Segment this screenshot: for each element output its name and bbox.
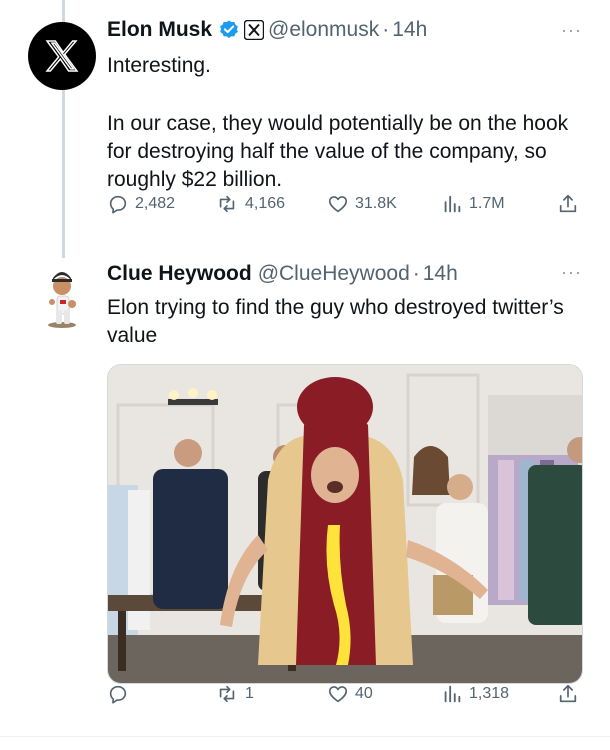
timestamp[interactable]: 14h — [423, 262, 458, 286]
verified-badge-icon[interactable] — [218, 19, 240, 41]
avatar-x[interactable] — [28, 22, 96, 90]
more-icon[interactable]: ··· — [561, 20, 582, 41]
divider — [0, 736, 610, 737]
repost-count: 4,166 — [245, 195, 286, 212]
tweet-media-image[interactable] — [107, 364, 583, 684]
share-button[interactable] — [557, 193, 579, 215]
x-logo-icon — [45, 40, 79, 72]
like-count: 31.8K — [355, 195, 397, 212]
like-icon — [328, 686, 348, 703]
reply-button[interactable]: 2,482 — [107, 193, 175, 215]
views-count: 1,318 — [469, 685, 510, 702]
x-affiliate-badge-icon[interactable] — [244, 20, 265, 40]
reply-icon — [109, 195, 127, 214]
separator: · — [412, 262, 420, 285]
tweet-header: Clue Heywood @ClueHeywood · 14h — [107, 262, 458, 286]
repost-button[interactable]: 4,166 — [215, 193, 285, 215]
timestamp[interactable]: 14h — [392, 18, 427, 42]
tweet-text-line: Interesting. — [107, 54, 211, 77]
separator: · — [382, 18, 390, 41]
like-count: 40 — [355, 685, 373, 702]
repost-count: 1 — [245, 685, 254, 702]
like-button[interactable]: 31.8K — [327, 193, 397, 215]
repost-icon — [219, 195, 235, 213]
tweet-header: Elon Musk @elonmusk · 14h — [107, 18, 427, 42]
views-button[interactable]: 1,318 — [441, 683, 509, 705]
repost-icon — [219, 685, 235, 703]
reply-icon — [109, 685, 127, 704]
author-name[interactable]: Clue Heywood — [107, 262, 252, 286]
repost-button[interactable]: 1 — [215, 683, 254, 705]
share-icon — [559, 194, 577, 213]
like-button[interactable]: 40 — [327, 683, 373, 705]
tweet-text: Elon trying to find the guy who destroye… — [107, 296, 564, 347]
views-icon — [444, 195, 461, 213]
views-count: 1.7M — [469, 195, 505, 212]
reply-button[interactable] — [107, 683, 135, 705]
author-handle[interactable]: @ClueHeywood — [258, 262, 410, 286]
author-handle[interactable]: @elonmusk — [268, 18, 379, 42]
author-name[interactable]: Elon Musk — [107, 18, 212, 42]
views-button[interactable]: 1.7M — [441, 193, 505, 215]
share-icon — [559, 684, 577, 703]
tweet-text-body: In our case, they would potentially be o… — [107, 112, 569, 191]
reply-count: 2,482 — [135, 195, 176, 212]
avatar-clue-heywood[interactable] — [28, 262, 96, 330]
like-icon — [328, 196, 348, 213]
tweet-elon[interactable]: Elon Musk @elonmusk · 14h ··· Interestin… — [0, 0, 610, 250]
views-icon — [444, 685, 461, 703]
more-icon[interactable]: ··· — [561, 262, 582, 283]
share-button[interactable] — [557, 683, 579, 705]
